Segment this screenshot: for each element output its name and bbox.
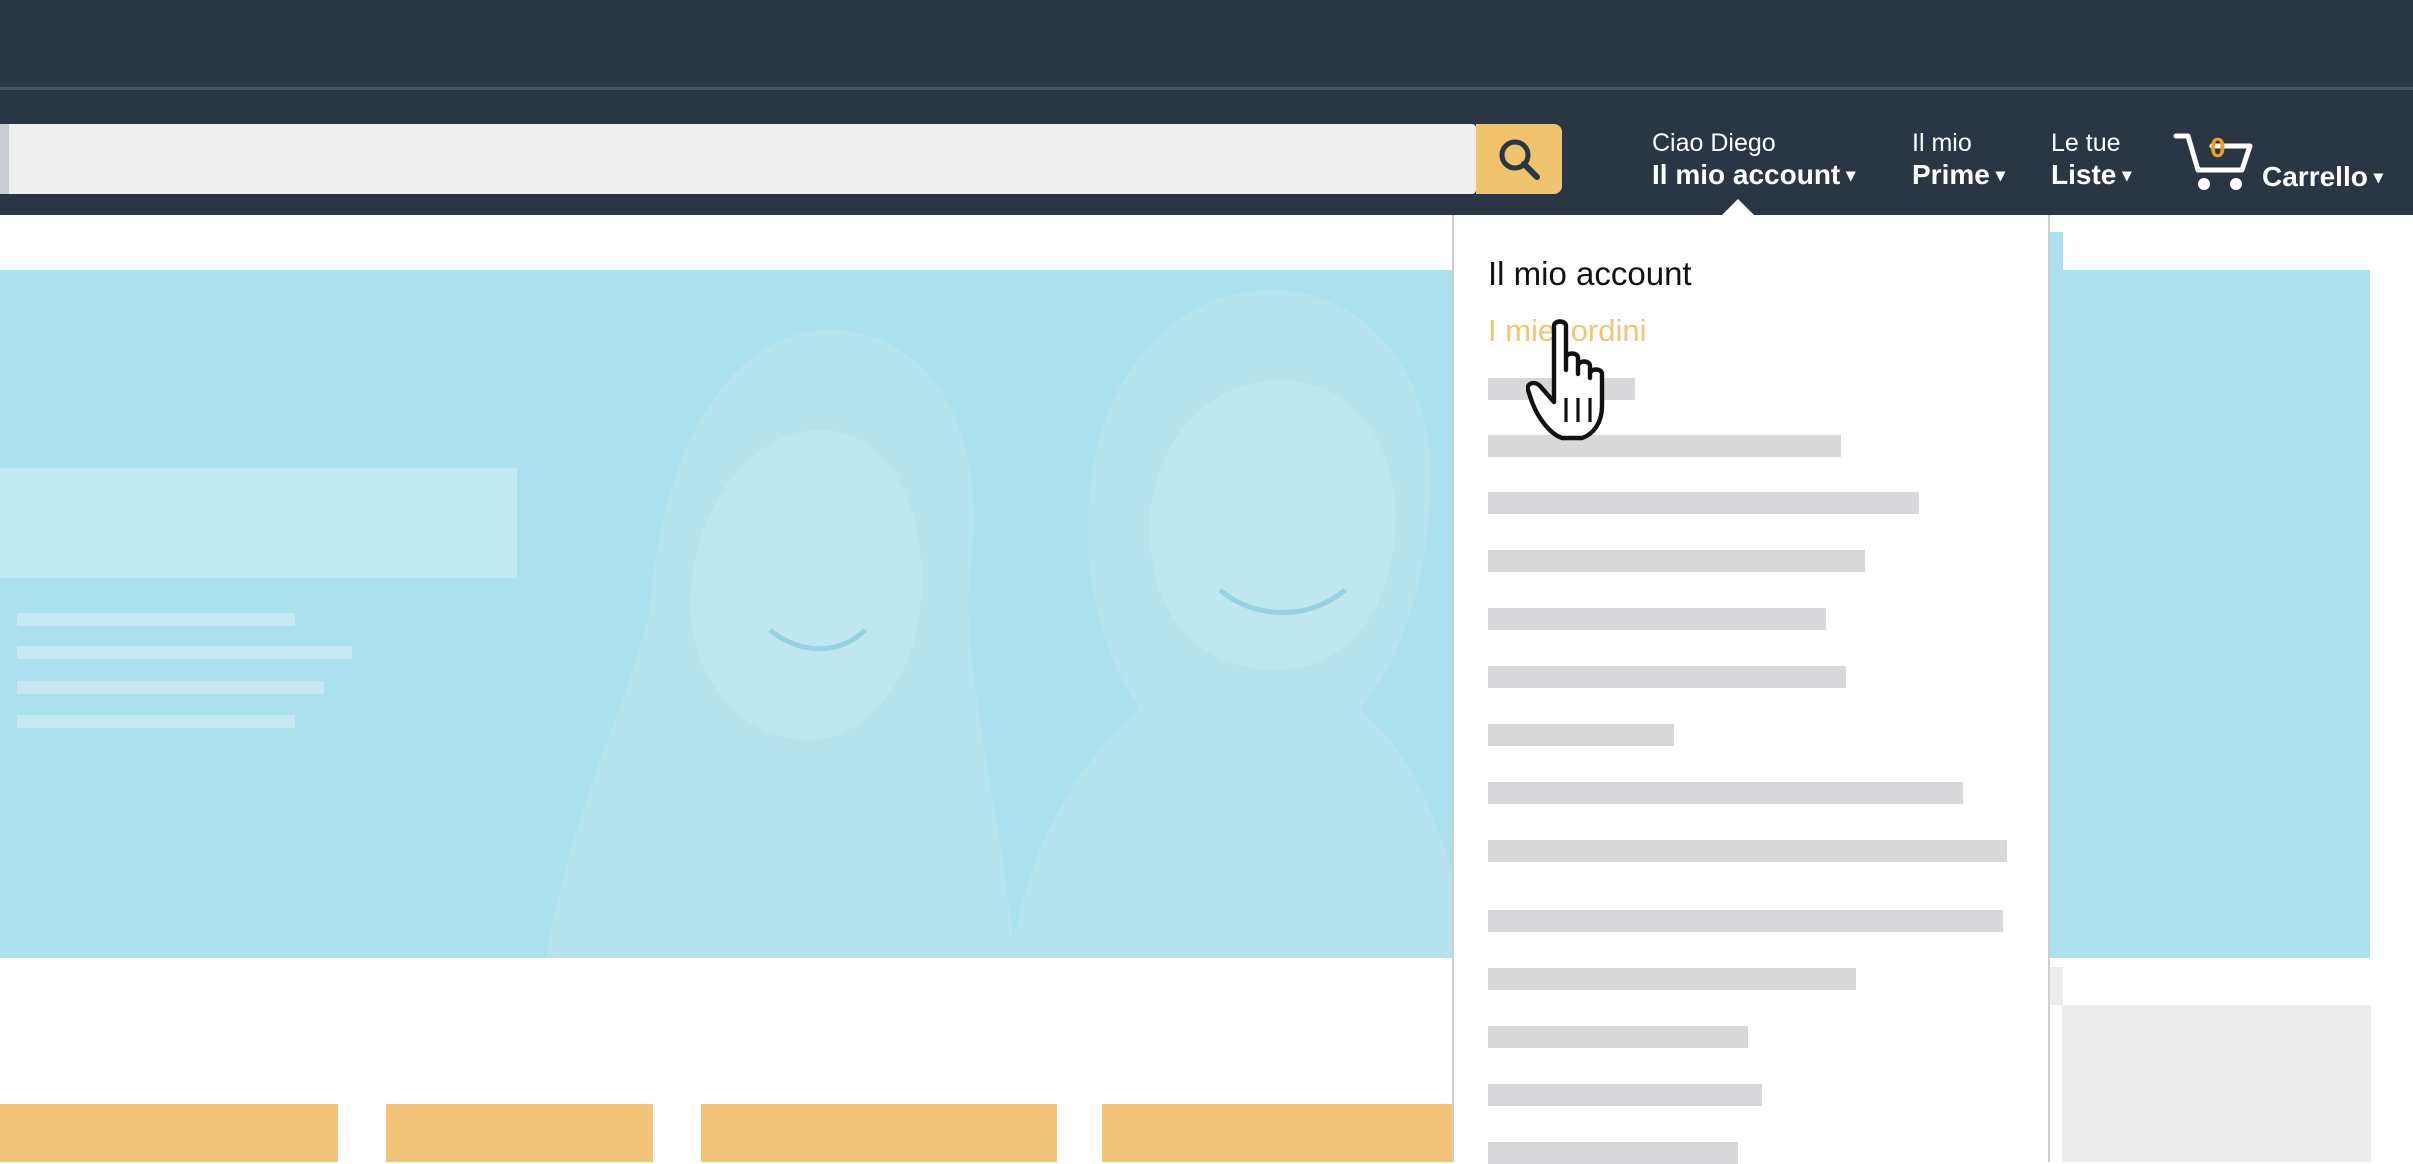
- side-panel-placeholder: [2062, 1005, 2371, 1162]
- hero-text-line: [17, 681, 324, 694]
- menu-item-placeholder[interactable]: [1488, 1026, 1748, 1048]
- category-card[interactable]: [701, 1104, 1057, 1162]
- category-card[interactable]: [386, 1104, 653, 1162]
- menu-item-placeholder[interactable]: [1488, 782, 1963, 804]
- cart-label: Carrello: [2262, 161, 2368, 192]
- category-card[interactable]: [1102, 1104, 1452, 1162]
- account-greeting: Ciao Diego: [1652, 129, 1776, 157]
- search-button[interactable]: [1476, 124, 1562, 194]
- search-category-edge[interactable]: [0, 124, 9, 194]
- chevron-down-icon: ▾: [2122, 165, 2132, 185]
- menu-item-placeholder[interactable]: [1488, 910, 2003, 932]
- hero-text-line: [17, 613, 295, 626]
- lists-top-label: Le tue: [2051, 129, 2121, 157]
- banner-edge: [2050, 232, 2063, 270]
- account-menu-trigger[interactable]: Ciao Diego Il mio account ▾: [1652, 128, 1855, 192]
- menu-item-placeholder[interactable]: [1488, 1142, 1738, 1164]
- menu-item-placeholder[interactable]: [1488, 1084, 1762, 1106]
- cart-count-badge: 0: [2210, 132, 2226, 163]
- top-bar: [0, 0, 2413, 87]
- prime-menu-trigger[interactable]: Il mio Prime ▾: [1912, 128, 2005, 192]
- prime-label: Prime: [1912, 159, 1990, 190]
- chevron-down-icon: ▾: [1846, 165, 1856, 185]
- hero-text-line: [17, 715, 295, 728]
- lists-label: Liste: [2051, 159, 2117, 190]
- menu-item-placeholder[interactable]: [1488, 840, 2007, 862]
- hand-pointer-icon: [1526, 319, 1605, 441]
- search-input[interactable]: [0, 124, 1476, 194]
- menu-item-placeholder[interactable]: [1488, 968, 1856, 990]
- account-label: Il mio account: [1652, 159, 1841, 190]
- lists-menu-trigger[interactable]: Le tue Liste ▾: [2051, 128, 2131, 192]
- menu-item-placeholder[interactable]: [1488, 608, 1826, 630]
- hero-text-line: [17, 646, 352, 659]
- hero-woman-illustration: [545, 330, 1016, 958]
- cart-button[interactable]: 0 Carrello ▾: [2172, 130, 2392, 200]
- menu-item-placeholder[interactable]: [1488, 724, 1674, 746]
- menu-title: Il mio account: [1488, 255, 1692, 292]
- prime-top-label: Il mio: [1912, 129, 1972, 157]
- menu-item-placeholder[interactable]: [1488, 492, 1919, 514]
- category-card[interactable]: [0, 1104, 338, 1162]
- hero-man-illustration: [1010, 290, 1470, 958]
- chevron-down-icon: ▾: [1995, 165, 2005, 185]
- hero-headline-placeholder: [0, 468, 517, 578]
- search-icon: [1499, 139, 1540, 180]
- menu-item-placeholder[interactable]: [1488, 550, 1865, 572]
- dropdown-pointer: [1722, 199, 1754, 215]
- menu-item-placeholder[interactable]: [1488, 666, 1846, 688]
- side-panel-edge: [2050, 967, 2063, 1005]
- chevron-down-icon: ▾: [2373, 167, 2383, 187]
